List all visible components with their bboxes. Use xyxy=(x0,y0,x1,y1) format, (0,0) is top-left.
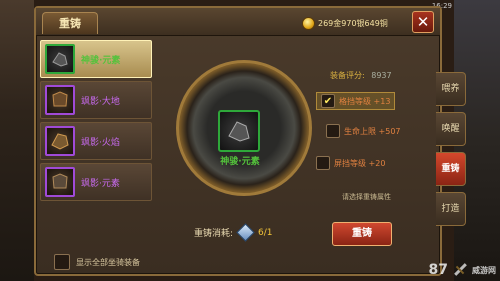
attribute-checkbox[interactable] xyxy=(316,156,330,170)
tab-recast[interactable]: 重铸 xyxy=(436,152,466,186)
equipment-score: 装备评分: 8937 xyxy=(330,70,436,81)
watermark-number: 87 xyxy=(428,262,448,278)
title-bar: 重铸 269金970银649铜 ✕ xyxy=(36,8,440,36)
tab-awaken[interactable]: 唤醒 xyxy=(436,112,466,146)
sword-icon xyxy=(451,261,469,279)
attribute-text: 格挡等级 +13 xyxy=(339,96,391,106)
attribute-text: 屏挡等级 +20 xyxy=(334,158,386,168)
armor-icon xyxy=(45,167,75,197)
hint-text: 请选择重铸属性 xyxy=(342,193,391,201)
watermark-site: 威游网 xyxy=(472,265,496,275)
attribute-checkbox[interactable] xyxy=(326,124,340,138)
show-all-row[interactable]: 显示全部坐骑装备 xyxy=(54,254,140,270)
attribute-text: 生命上限 +507 xyxy=(344,126,401,136)
recast-panel: 重铸 269金970银649铜 ✕ 神骏·元素 飒影·大地 飒影·火焰 飒影·元… xyxy=(34,6,442,276)
cost-label: 重铸消耗: xyxy=(194,229,234,239)
watermark: 87 威游网 xyxy=(429,261,496,279)
list-item[interactable]: 飒影·大地 xyxy=(40,81,152,119)
armor-icon xyxy=(45,126,75,156)
score-label: 装备评分: xyxy=(330,71,365,80)
cost-row: 重铸消耗: 6/1 xyxy=(194,223,273,242)
panel-title-tab[interactable]: 重铸 xyxy=(42,12,98,34)
tab-feed[interactable]: 喂养 xyxy=(436,72,466,106)
list-item-label: 神骏·元素 xyxy=(81,55,121,66)
score-value: 8937 xyxy=(371,71,392,80)
show-all-label: 显示全部坐骑装备 xyxy=(76,257,140,267)
saddle-icon xyxy=(228,121,250,142)
list-item[interactable]: 飒影·元素 xyxy=(40,163,152,201)
side-tabs: 喂养 唤醒 重铸 打造 xyxy=(436,72,466,226)
list-item-label: 飒影·火焰 xyxy=(81,137,120,148)
gem-icon xyxy=(236,223,255,242)
center-item-label: 神骏·元素 xyxy=(220,157,260,167)
attribute-row[interactable]: 生命上限 +507 xyxy=(326,124,401,138)
center-item-slot[interactable] xyxy=(218,110,260,152)
attribute-row[interactable]: 屏挡等级 +20 xyxy=(316,156,385,170)
show-all-checkbox[interactable] xyxy=(54,254,70,270)
attribute-row[interactable]: ✔ 格挡等级 +13 xyxy=(316,92,396,110)
equipment-list: 神骏·元素 飒影·大地 飒影·火焰 飒影·元素 xyxy=(40,40,152,242)
close-button[interactable]: ✕ xyxy=(412,11,434,33)
tab-forge[interactable]: 打造 xyxy=(436,192,466,226)
list-item[interactable]: 飒影·火焰 xyxy=(40,122,152,160)
currency-amount: 269金970银649铜 xyxy=(318,18,388,28)
attribute-checkbox[interactable]: ✔ xyxy=(321,94,335,108)
list-item-label: 飒影·元素 xyxy=(81,178,120,189)
list-item[interactable]: 神骏·元素 xyxy=(40,40,152,78)
stats-panel: 装备评分: 8937 xyxy=(316,44,436,81)
armor-icon xyxy=(45,85,75,115)
recast-button[interactable]: 重铸 xyxy=(332,222,392,246)
list-item-label: 飒影·大地 xyxy=(81,96,120,107)
saddle-icon xyxy=(45,44,75,74)
cost-value: 6/1 xyxy=(258,227,273,238)
gold-coin-icon xyxy=(302,16,315,30)
game-world-left xyxy=(0,0,34,281)
currency-display: 269金970银649铜 xyxy=(302,15,388,31)
